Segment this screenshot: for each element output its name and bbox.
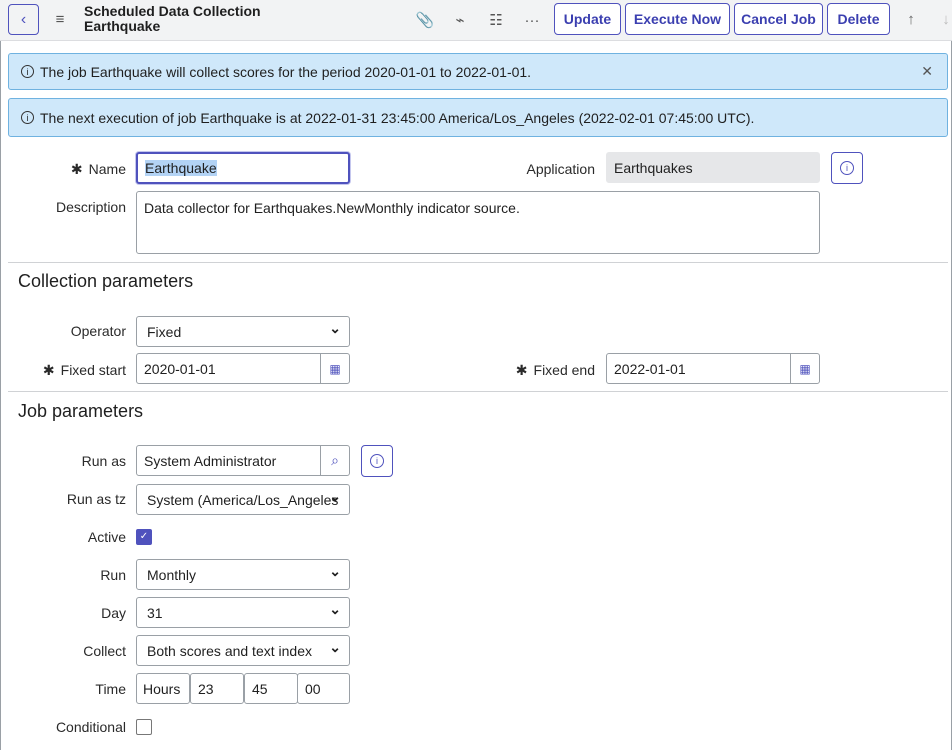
title-line2: Earthquake bbox=[84, 19, 261, 34]
more-icon[interactable]: ··· bbox=[522, 10, 542, 30]
info-icon: i bbox=[370, 454, 384, 468]
activity-icon[interactable]: ⌁ bbox=[450, 10, 470, 30]
calendar-icon: ▦ bbox=[329, 362, 340, 376]
search-icon: ⌕ bbox=[331, 452, 339, 469]
name-label: ✱Name bbox=[71, 161, 126, 178]
info-icon: i bbox=[21, 65, 34, 78]
run-as-label: Run as bbox=[82, 453, 126, 469]
info-icon: i bbox=[21, 111, 34, 124]
conditional-checkbox[interactable] bbox=[136, 719, 152, 735]
time-seconds-input[interactable]: 00 bbox=[297, 673, 350, 704]
collect-select[interactable]: Both scores and text index bbox=[136, 635, 350, 666]
day-select[interactable]: 31 bbox=[136, 597, 350, 628]
collect-label: Collect bbox=[83, 643, 126, 659]
fixed-end-input[interactable]: 2022-01-01 bbox=[606, 353, 791, 384]
arrow-down-icon[interactable]: ↓ bbox=[936, 9, 952, 29]
application-field: Earthquakes bbox=[606, 152, 820, 183]
operator-select[interactable]: Fixed bbox=[136, 316, 350, 347]
execute-now-button[interactable]: Execute Now bbox=[625, 3, 730, 35]
cancel-job-button[interactable]: Cancel Job bbox=[734, 3, 823, 35]
info-banner-next-execution: i The next execution of job Earthquake is… bbox=[8, 98, 948, 137]
fixed-start-label: ✱Fixed start bbox=[43, 362, 126, 379]
conditional-label: Conditional bbox=[56, 719, 126, 735]
run-as-tz-select[interactable]: System (America/Los_Angeles bbox=[136, 484, 350, 515]
banner-text: The next execution of job Earthquake is … bbox=[40, 110, 754, 126]
fixed-end-label: ✱Fixed end bbox=[516, 362, 595, 379]
application-label: Application bbox=[527, 161, 596, 177]
delete-button[interactable]: Delete bbox=[827, 3, 890, 35]
description-textarea[interactable]: Data collector for Earthquakes.NewMonthl… bbox=[136, 191, 820, 254]
run-as-tz-label: Run as tz bbox=[67, 491, 126, 507]
active-checkbox[interactable]: ✓ bbox=[136, 529, 152, 545]
time-hours-input[interactable]: 23 bbox=[190, 673, 244, 704]
page-title: Scheduled Data Collection Earthquake bbox=[84, 4, 261, 34]
fixed-end-calendar-button[interactable]: ▦ bbox=[790, 353, 820, 384]
back-button[interactable]: ‹ bbox=[8, 4, 39, 35]
run-as-input[interactable]: System Administrator bbox=[136, 445, 321, 476]
calendar-icon: ▦ bbox=[799, 362, 810, 376]
arrow-up-icon[interactable]: ↑ bbox=[901, 9, 921, 29]
run-as-search-button[interactable]: ⌕ bbox=[320, 445, 350, 476]
time-unit-label: Hours bbox=[136, 673, 190, 704]
description-label: Description bbox=[56, 199, 126, 215]
info-banner-period: i The job Earthquake will collect scores … bbox=[8, 53, 948, 90]
run-label: Run bbox=[100, 567, 126, 583]
active-label: Active bbox=[88, 529, 126, 545]
settings-sliders-icon[interactable]: ☷ bbox=[486, 10, 506, 30]
hamburger-menu-icon[interactable]: ≡ bbox=[52, 11, 68, 27]
close-icon[interactable]: ✕ bbox=[921, 63, 933, 80]
title-line1: Scheduled Data Collection bbox=[84, 4, 261, 19]
banner-text: The job Earthquake will collect scores f… bbox=[40, 64, 531, 80]
divider bbox=[8, 391, 948, 392]
application-info-button[interactable]: i bbox=[831, 152, 863, 184]
time-label: Time bbox=[95, 681, 126, 697]
fixed-start-calendar-button[interactable]: ▦ bbox=[320, 353, 350, 384]
day-label: Day bbox=[101, 605, 126, 621]
name-input[interactable]: Earthquake bbox=[136, 152, 350, 184]
run-as-info-button[interactable]: i bbox=[361, 445, 393, 477]
job-parameters-heading: Job parameters bbox=[18, 401, 143, 422]
fixed-start-input[interactable]: 2020-01-01 bbox=[136, 353, 321, 384]
collection-parameters-heading: Collection parameters bbox=[18, 271, 193, 292]
divider bbox=[8, 262, 948, 263]
info-icon: i bbox=[840, 161, 854, 175]
run-select[interactable]: Monthly bbox=[136, 559, 350, 590]
attachment-icon[interactable]: 📎 bbox=[415, 10, 435, 30]
update-button[interactable]: Update bbox=[554, 3, 621, 35]
header-bar: ‹ ≡ Scheduled Data Collection Earthquake… bbox=[0, 0, 952, 41]
time-minutes-input[interactable]: 45 bbox=[244, 673, 298, 704]
operator-label: Operator bbox=[71, 323, 126, 339]
